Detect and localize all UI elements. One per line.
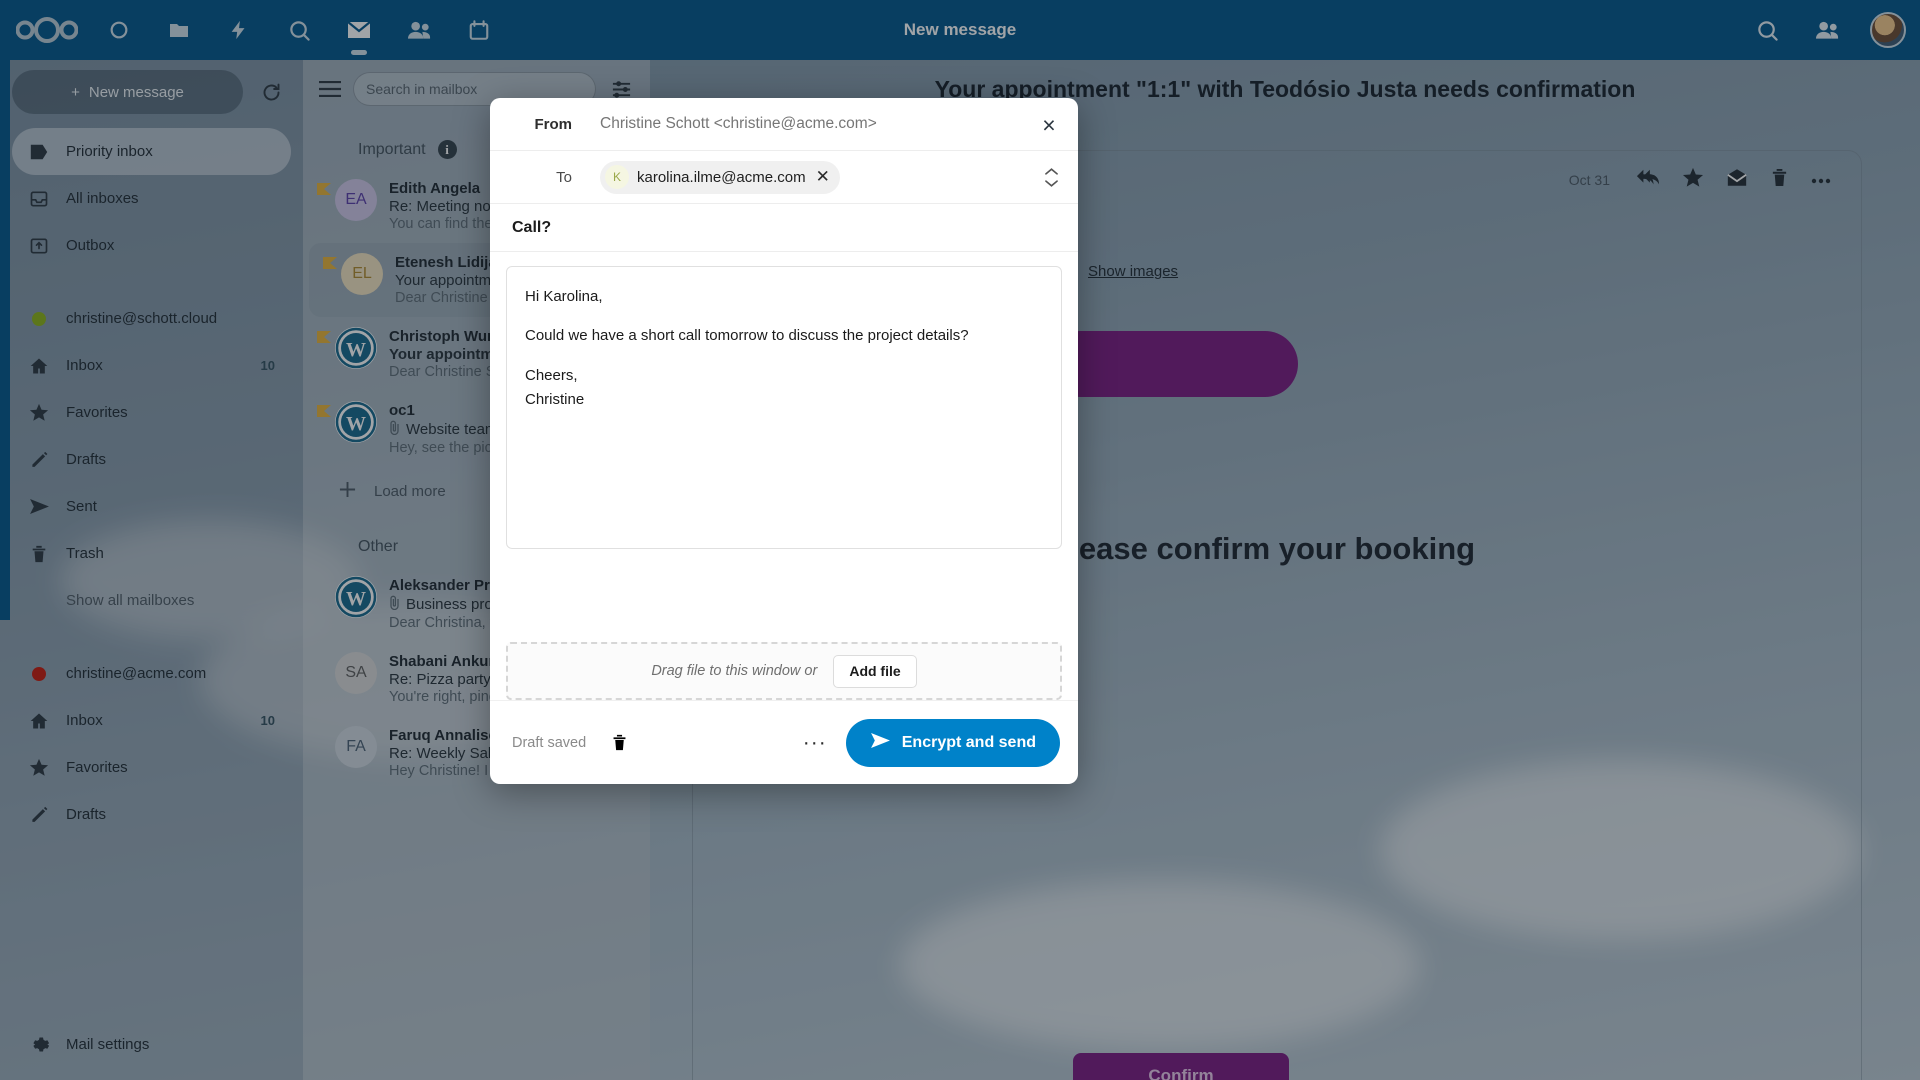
send-label: Encrypt and send [902, 734, 1036, 752]
from-field-row: From Christine Schott <christine@acme.co… [490, 98, 1078, 151]
body-paragraph: Cheers,Christine [525, 364, 1043, 413]
send-icon [870, 732, 891, 754]
from-value[interactable]: Christine Schott <christine@acme.com> [600, 115, 877, 133]
to-label: To [490, 169, 600, 186]
recipient-email: karolina.ilme@acme.com [637, 169, 806, 186]
to-field-row: To K karolina.ilme@acme.com ✕ [490, 151, 1078, 204]
encrypt-and-send-button[interactable]: Encrypt and send [846, 719, 1060, 767]
nextcloud-mail-app: New message + New message [0, 0, 1920, 1080]
body-paragraph: Hi Karolina, [525, 285, 1043, 309]
subject-field[interactable]: Call? [490, 204, 1078, 252]
more-options-icon[interactable]: ··· [796, 724, 834, 762]
editor-container: Hi Karolina, Could we have a short call t… [490, 252, 1078, 626]
compose-footer: Draft saved ··· Encrypt and send [490, 700, 1078, 784]
delete-draft-icon[interactable] [604, 728, 634, 758]
recipient-chip[interactable]: K karolina.ilme@acme.com ✕ [600, 161, 840, 194]
recipient-avatar: K [605, 165, 629, 189]
close-icon[interactable]: × [1032, 108, 1066, 142]
attachment-dropzone[interactable]: Drag file to this window or Add file [506, 642, 1062, 700]
add-file-button[interactable]: Add file [833, 655, 916, 688]
compose-message-modal: × From Christine Schott <christine@acme.… [490, 98, 1078, 784]
expand-recipients-icon[interactable] [1038, 168, 1064, 187]
message-body-editor[interactable]: Hi Karolina, Could we have a short call t… [506, 266, 1062, 549]
dropzone-label: Drag file to this window or [651, 663, 817, 679]
body-paragraph: Could we have a short call tomorrow to d… [525, 324, 1043, 348]
remove-recipient-icon[interactable]: ✕ [816, 167, 830, 187]
from-label: From [490, 116, 600, 133]
draft-status: Draft saved [512, 735, 586, 751]
